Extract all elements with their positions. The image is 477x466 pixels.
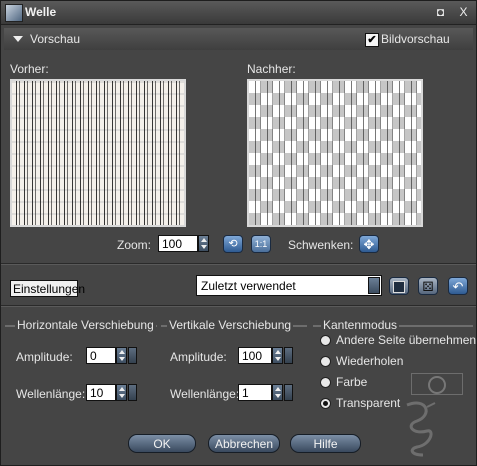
horizontal-amplitude-stepper[interactable] — [116, 347, 127, 364]
zoom-input[interactable]: 100 — [158, 235, 198, 252]
dialog-window: Welle ◘ X Vorschau ✔ Bildvorschau Vorher… — [0, 0, 477, 466]
vertical-wavelength-stepper[interactable] — [272, 384, 283, 401]
vertical-group-title: Vertikale Verschiebung — [167, 318, 294, 332]
edge-mode-radio-transparent[interactable] — [320, 398, 331, 409]
edge-mode-radio-color[interactable] — [320, 377, 331, 388]
help-button[interactable]: Hilfe — [290, 434, 361, 453]
bildvorschau-checkbox[interactable]: ✔ — [365, 33, 379, 47]
horizontal-group-title: Horizontale Verschiebung — [15, 318, 156, 332]
vertical-amplitude-stepper[interactable] — [272, 347, 283, 364]
after-label: Nachher: — [247, 62, 296, 76]
bildvorschau-label: Bildvorschau — [381, 32, 450, 46]
vertical-wavelength-label: Wellenlänge: — [170, 387, 240, 401]
zoom-label: Zoom: — [117, 238, 152, 252]
vertical-wavelength-slider-button[interactable] — [284, 384, 293, 401]
pan-label: Schwenken: — [288, 238, 354, 252]
edge-mode-radio-repeat[interactable] — [320, 356, 331, 367]
maximize-button[interactable]: ◘ — [433, 5, 448, 20]
zoom-one-to-one-button[interactable]: 1:1 — [251, 235, 271, 253]
preview-header[interactable]: Vorschau ✔ Bildvorschau — [4, 28, 473, 50]
vertical-amplitude-label: Amplitude: — [170, 350, 227, 364]
horizontal-wavelength-label: Wellenlänge: — [16, 387, 86, 401]
separator — [1, 264, 476, 265]
horizontal-amplitude-label: Amplitude: — [16, 350, 73, 364]
edge-color-swatch[interactable] — [411, 373, 463, 395]
preset-dropdown-arrow[interactable] — [368, 277, 380, 294]
horizontal-wavelength-input[interactable]: 10 — [86, 384, 116, 401]
reset-preset-button[interactable]: ↶ — [448, 277, 468, 295]
edge-mode-radio-other-side[interactable] — [320, 335, 331, 346]
pan-button[interactable]: ✥ — [359, 235, 379, 253]
after-preview-image[interactable] — [247, 79, 423, 227]
watermark-logo — [399, 397, 441, 459]
before-preview-image[interactable] — [10, 79, 186, 227]
horizontal-amplitude-slider-button[interactable] — [128, 347, 137, 364]
save-icon — [393, 281, 405, 293]
edge-mode-option-label: Transparent — [336, 396, 401, 410]
edge-mode-option-label: Farbe — [336, 375, 368, 389]
cancel-button[interactable]: Abbrechen — [208, 434, 280, 453]
save-preset-button[interactable] — [389, 277, 409, 295]
window-title: Welle — [25, 5, 57, 19]
title-bar[interactable]: Welle ◘ X — [1, 1, 476, 25]
vertical-amplitude-input[interactable]: 100 — [238, 347, 272, 364]
horizontal-wavelength-slider-button[interactable] — [128, 384, 137, 401]
horizontal-amplitude-input[interactable]: 0 — [86, 347, 116, 364]
edge-mode-option-label: Wiederholen — [336, 354, 404, 368]
close-button[interactable]: X — [456, 5, 471, 20]
settings-label: Einstellungen — [10, 280, 85, 297]
preset-dropdown[interactable]: Zuletzt verwendet — [196, 275, 382, 296]
zoom-stepper[interactable] — [198, 235, 209, 252]
edge-mode-option-label: Andere Seite übernehmen — [336, 333, 477, 347]
disabled-icon — [428, 376, 446, 394]
zoom-fit-button[interactable]: ⟲ — [223, 235, 243, 253]
vertical-amplitude-slider-button[interactable] — [284, 347, 293, 364]
horizontal-wavelength-stepper[interactable] — [116, 384, 127, 401]
before-label: Vorher: — [10, 62, 49, 76]
preview-header-label: Vorschau — [30, 32, 81, 46]
random-preset-button[interactable]: ⚄ — [418, 277, 438, 295]
vertical-wavelength-input[interactable]: 1 — [238, 384, 272, 401]
separator — [1, 306, 476, 307]
collapse-triangle-icon[interactable] — [13, 36, 23, 42]
app-icon — [5, 4, 23, 22]
ok-button[interactable]: OK — [128, 434, 196, 453]
edge-mode-group-title: Kantenmodus — [321, 318, 400, 332]
